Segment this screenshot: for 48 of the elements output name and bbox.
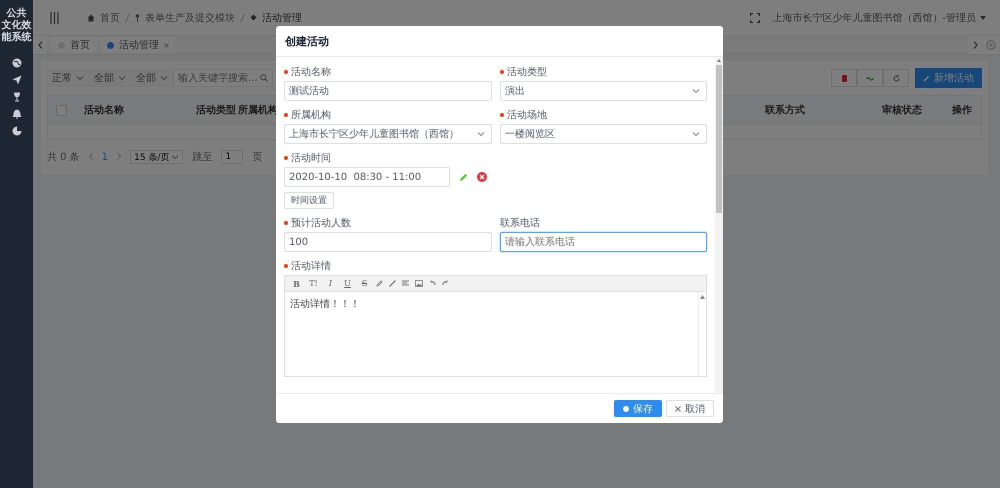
field-label: 活动类型	[507, 66, 547, 78]
user-menu[interactable]: 上海市长宁区少年儿童图书馆（西馆）-管理员	[766, 10, 986, 24]
filter-select[interactable]: 全部	[131, 69, 173, 87]
filter-select[interactable]: 全部	[89, 69, 131, 87]
total-count: 共 0 条	[47, 150, 80, 164]
app-title: 公共	[6, 8, 26, 20]
column-header: 活动名称	[84, 104, 124, 117]
field-label: 活动时间	[291, 152, 331, 164]
rich-text-editor[interactable]: B T! I U S 活动详情！！！	[284, 275, 707, 377]
app-title: 能系统	[2, 32, 32, 44]
field-label: 预计活动人数	[291, 216, 351, 230]
breadcrumb-item[interactable]: 首页	[100, 10, 120, 24]
column-header: 活动类型	[196, 104, 236, 117]
save-button[interactable]: 保存	[614, 400, 662, 417]
app-title: 文化效	[2, 20, 32, 32]
breadcrumb-item[interactable]: 活动管理	[262, 10, 302, 24]
filter-select[interactable]: 正常	[47, 69, 89, 87]
tab[interactable]: 活动管理	[100, 37, 176, 53]
page-size-select[interactable]: 15 条/页	[130, 150, 184, 164]
text-input[interactable]: 请输入联系电话	[500, 232, 707, 252]
column-header: 审核状态	[882, 103, 922, 117]
time-settings-button[interactable]: 时间设置	[284, 192, 334, 209]
select-field[interactable]: 一楼阅览区	[500, 124, 707, 144]
column-header: 操作	[952, 104, 972, 117]
text-input[interactable]: 100	[284, 232, 492, 252]
field-label: 活动场地	[507, 108, 547, 122]
field-label: 活动名称	[291, 66, 331, 78]
column-header: 联系方式	[765, 103, 805, 117]
select-field[interactable]: 上海市长宁区少年儿童图书馆（西馆）	[284, 124, 492, 144]
page-suffix: 页	[252, 151, 262, 164]
editor-text: 活动详情！！！	[289, 298, 361, 312]
field-label: 所属机构	[291, 108, 331, 122]
jump-label: 跳至	[192, 150, 212, 164]
format-button[interactable]: U	[342, 279, 353, 288]
format-button[interactable]: I	[325, 279, 336, 288]
cancel-button[interactable]: 取消	[666, 400, 714, 417]
tab[interactable]: 首页	[51, 37, 97, 53]
select-field[interactable]: 演出	[500, 81, 707, 101]
dialog-title: 创建活动	[285, 34, 329, 48]
jump-input[interactable]: 1	[221, 150, 244, 164]
time-input[interactable]: 2020-10-10 08:30 - 11:00	[284, 167, 450, 187]
format-button[interactable]: B	[291, 278, 302, 288]
breadcrumb-item[interactable]: 表单生产及提交模块	[145, 10, 235, 24]
format-button[interactable]: S	[359, 279, 370, 288]
field-label: 活动详情	[291, 260, 331, 272]
format-button[interactable]: T!	[308, 279, 319, 288]
field-label: 联系电话	[500, 216, 540, 230]
text-input[interactable]: 测试活动	[284, 81, 492, 101]
